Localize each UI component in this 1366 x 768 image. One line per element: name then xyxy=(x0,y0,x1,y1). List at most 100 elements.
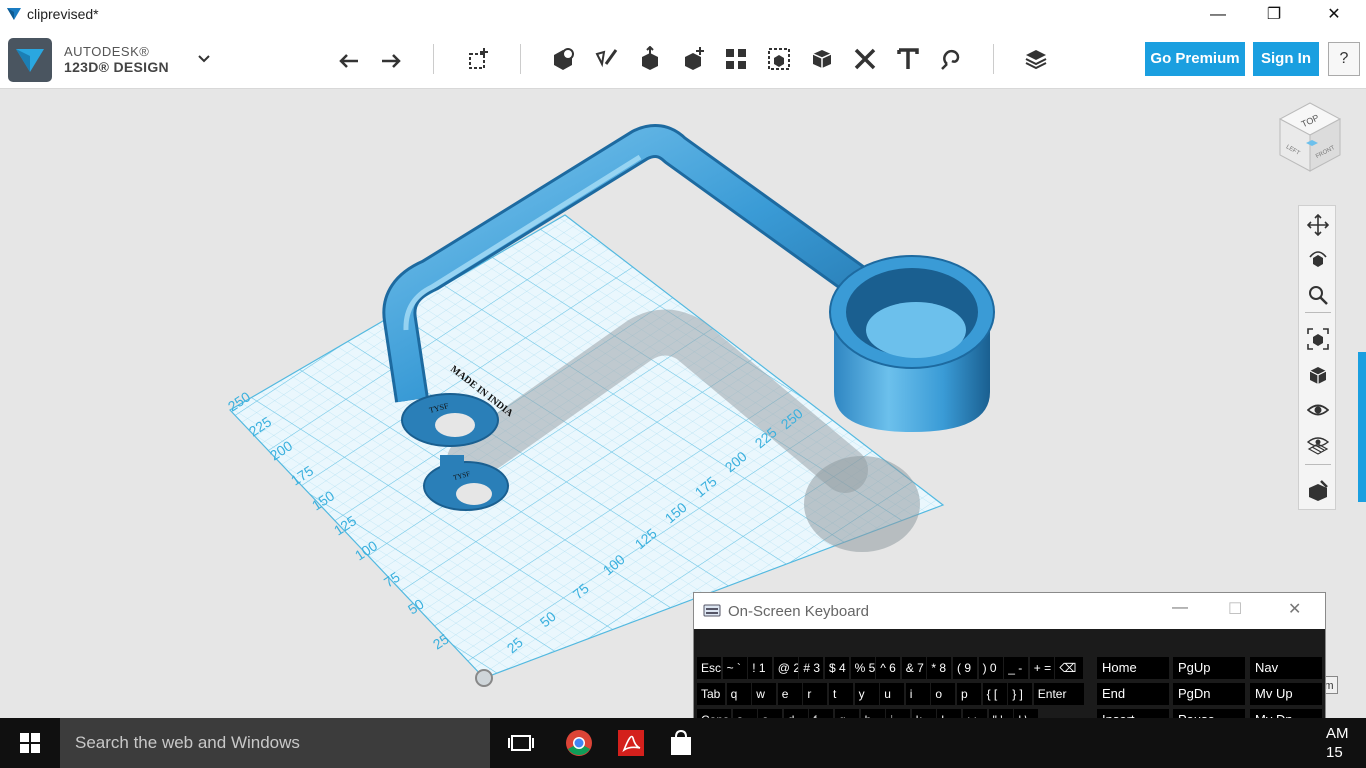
measure-button[interactable] xyxy=(850,44,880,74)
clock[interactable]: AM 15 xyxy=(1326,724,1349,762)
osk-key[interactable]: r xyxy=(803,683,828,705)
visibility-icon[interactable] xyxy=(1307,399,1329,421)
pattern-button[interactable] xyxy=(721,44,751,74)
grid-icon[interactable] xyxy=(1307,434,1329,456)
construct-icon xyxy=(642,46,658,70)
osk-maximize-button[interactable]: ☐ xyxy=(1228,599,1242,619)
osk-key[interactable]: Tab xyxy=(697,683,725,705)
undo-button[interactable] xyxy=(334,44,364,74)
text-button[interactable] xyxy=(893,44,923,74)
osk-key[interactable]: o xyxy=(931,683,956,705)
zoom-icon[interactable] xyxy=(1307,284,1329,306)
sign-in-button[interactable]: Sign In xyxy=(1253,42,1319,76)
nav-divider xyxy=(1305,464,1331,465)
taskbar: Search the web and Windows AM 15 xyxy=(0,718,1366,768)
osk-key[interactable]: & 7 xyxy=(901,657,926,679)
osk-minimize-button[interactable]: — xyxy=(1172,599,1188,617)
product-name: 123D® DESIGN xyxy=(64,59,169,75)
osk-key[interactable]: w xyxy=(752,683,777,705)
material-button[interactable] xyxy=(1021,44,1051,74)
osk-key[interactable]: ~ ` xyxy=(722,657,747,679)
task-view-icon[interactable] xyxy=(506,728,536,758)
osk-close-button[interactable]: ✕ xyxy=(1288,599,1301,619)
clip-upper xyxy=(401,393,499,447)
osk-key[interactable]: Enter xyxy=(1033,683,1084,705)
construct-button[interactable] xyxy=(635,44,665,74)
modify-icon xyxy=(685,47,704,70)
osk-key[interactable]: y xyxy=(854,683,879,705)
osk-key[interactable]: PgUp xyxy=(1173,657,1245,679)
osk-key[interactable]: ( 9 xyxy=(953,657,977,679)
material-view-icon[interactable] xyxy=(1307,479,1329,501)
cup-shadow xyxy=(804,456,920,552)
osk-key[interactable]: e xyxy=(777,683,802,705)
osk-key[interactable]: t xyxy=(829,683,853,705)
combine-button[interactable] xyxy=(807,44,837,74)
help-button[interactable]: ? xyxy=(1328,42,1360,76)
sketch-button[interactable] xyxy=(592,44,622,74)
start-button[interactable] xyxy=(0,718,60,768)
app-logo-icon xyxy=(7,8,21,20)
measure-icon xyxy=(854,48,876,70)
minimize-button[interactable]: — xyxy=(1195,0,1241,30)
osk-key[interactable]: % 5 xyxy=(850,657,875,679)
pan-icon[interactable] xyxy=(1307,214,1329,236)
osk-key[interactable]: Mv Up xyxy=(1250,683,1322,705)
osk-key[interactable]: _ - xyxy=(1004,657,1029,679)
osk-key[interactable]: PgDn xyxy=(1173,683,1245,705)
osk-key[interactable]: Nav xyxy=(1250,657,1322,679)
text-icon xyxy=(897,48,919,69)
windows-icon xyxy=(20,733,40,753)
osk-key[interactable]: p xyxy=(957,683,981,705)
osk-key[interactable]: * 8 xyxy=(927,657,952,679)
combine-icon xyxy=(812,50,832,68)
osk-key[interactable]: ^ 6 xyxy=(876,657,901,679)
navigation-bar xyxy=(1298,205,1336,510)
view-icon[interactable] xyxy=(1307,364,1329,386)
osk-key[interactable]: + = xyxy=(1029,657,1054,679)
osk-key[interactable]: # 3 xyxy=(799,657,824,679)
osk-key[interactable]: ) 0 xyxy=(978,657,1003,679)
go-premium-button[interactable]: Go Premium xyxy=(1145,42,1245,76)
osk-key[interactable]: Home xyxy=(1097,657,1169,679)
acrobat-icon[interactable] xyxy=(616,728,646,758)
osk-key[interactable]: Esc xyxy=(697,657,721,679)
pattern-icon xyxy=(726,49,746,69)
osk-key[interactable]: q xyxy=(726,683,751,705)
osk-key[interactable]: ⌫ xyxy=(1055,657,1084,679)
chevron-down-icon[interactable] xyxy=(196,52,212,64)
window-title: cliprevised* xyxy=(27,6,99,22)
title-bar: cliprevised* — ❐ ✕ xyxy=(0,0,1366,30)
transform-icon xyxy=(469,48,488,69)
toolbar-divider xyxy=(520,44,521,74)
fit-icon[interactable] xyxy=(1307,328,1329,350)
osk-key[interactable]: i xyxy=(905,683,930,705)
group-button[interactable] xyxy=(764,44,794,74)
close-button[interactable]: ✕ xyxy=(1311,0,1357,30)
maximize-button[interactable]: ❐ xyxy=(1251,0,1297,30)
transform-button[interactable] xyxy=(463,44,493,74)
view-cube[interactable]: TOP LEFT FRONT xyxy=(1274,99,1346,179)
orbit-icon[interactable] xyxy=(1307,249,1329,271)
modify-button[interactable] xyxy=(678,44,708,74)
chrome-icon[interactable] xyxy=(564,728,594,758)
store-icon[interactable] xyxy=(666,728,696,758)
toolbar-divider xyxy=(433,44,434,74)
side-panel-tab[interactable] xyxy=(1358,352,1366,502)
material-icon xyxy=(1025,50,1047,70)
osk-key[interactable]: u xyxy=(880,683,905,705)
taskbar-search[interactable]: Search the web and Windows xyxy=(60,718,490,768)
osk-title: On-Screen Keyboard xyxy=(728,603,869,620)
snap-button[interactable] xyxy=(936,44,966,74)
osk-key[interactable]: $ 4 xyxy=(825,657,849,679)
primitives-button[interactable] xyxy=(548,44,578,74)
osk-key[interactable]: ! 1 xyxy=(748,657,773,679)
nav-divider xyxy=(1305,312,1331,313)
osk-key[interactable]: { [ xyxy=(982,683,1007,705)
toolbar-divider xyxy=(993,44,994,74)
redo-button[interactable] xyxy=(376,44,406,74)
osk-key[interactable]: End xyxy=(1097,683,1169,705)
osk-key[interactable]: @ 2 xyxy=(773,657,798,679)
snap-icon xyxy=(941,49,960,70)
osk-key[interactable]: } ] xyxy=(1008,683,1033,705)
